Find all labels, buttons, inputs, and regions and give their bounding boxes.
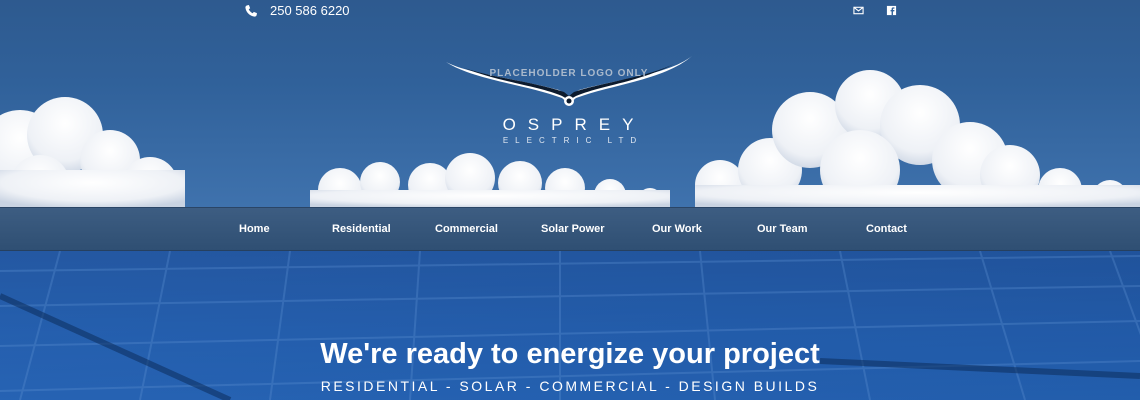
phone-contact[interactable]: 250 586 6220: [244, 3, 350, 18]
hero-title: We're ready to energize your project: [320, 338, 820, 370]
osprey-wings-graphic: [446, 56, 692, 106]
hero-section: We're ready to energize your project RES…: [0, 251, 1140, 400]
nav-home[interactable]: Home: [239, 223, 270, 235]
nav-our-work[interactable]: Our Work: [652, 223, 702, 235]
company-logo[interactable]: PLACEHOLDER LOGO ONLY OSPREY ELECTRIC LT…: [444, 52, 694, 152]
logo-placeholder-text: PLACEHOLDER LOGO ONLY: [489, 68, 649, 79]
nav-our-team[interactable]: Our Team: [757, 223, 808, 235]
top-bar: 250 586 6220: [0, 0, 1140, 24]
main-navigation: Home Residential Commercial Solar Power …: [0, 207, 1140, 251]
brand-subtitle: ELECTRIC LTD: [502, 136, 644, 145]
phone-number[interactable]: 250 586 6220: [270, 3, 350, 18]
nav-commercial[interactable]: Commercial: [435, 223, 498, 235]
nav-solar-power[interactable]: Solar Power: [541, 223, 605, 235]
phone-icon: [245, 4, 257, 17]
brand-name: OSPREY: [502, 115, 646, 134]
hero-subtitle: RESIDENTIAL - SOLAR - COMMERCIAL - DESIG…: [320, 378, 820, 394]
mail-icon[interactable]: [853, 5, 864, 16]
facebook-icon[interactable]: [886, 5, 897, 16]
header-banner: 250 586 6220 PLACEHOLDER LOGO ONLY OSPRE…: [0, 0, 1140, 207]
nav-residential[interactable]: Residential: [332, 223, 391, 235]
nav-contact[interactable]: Contact: [866, 223, 907, 235]
